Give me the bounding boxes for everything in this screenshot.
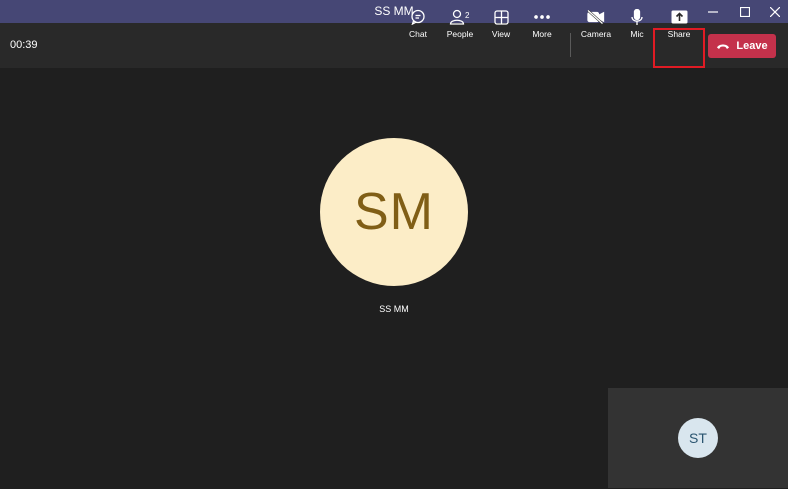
- share-highlight-box: [653, 28, 705, 68]
- view-button[interactable]: View: [481, 7, 521, 41]
- participant-initials: SM: [354, 183, 434, 241]
- people-count: 2: [465, 11, 470, 20]
- toolbar-divider: [570, 33, 571, 57]
- close-button[interactable]: [760, 0, 788, 23]
- close-icon: [770, 6, 780, 17]
- self-avatar: ST: [678, 418, 718, 458]
- participant-avatar: SM: [320, 138, 468, 286]
- mic-label: Mic: [630, 29, 644, 39]
- share-screen-icon: [668, 7, 690, 27]
- people-label: People: [446, 29, 474, 39]
- hang-up-icon: [717, 44, 730, 49]
- meeting-timer: 00:39: [10, 39, 38, 51]
- more-label: More: [532, 29, 552, 39]
- camera-off-icon: [585, 7, 607, 27]
- minimize-icon: [708, 10, 718, 13]
- camera-label: Camera: [580, 29, 612, 39]
- people-button[interactable]: 2 People: [440, 7, 480, 41]
- grid-view-icon: [490, 7, 512, 27]
- camera-button[interactable]: Camera: [576, 7, 616, 41]
- more-button[interactable]: More: [522, 7, 562, 41]
- people-icon: 2: [449, 7, 471, 27]
- more-dots-icon: [531, 7, 553, 27]
- leave-button[interactable]: Leave: [708, 34, 776, 58]
- chat-label: Chat: [409, 29, 427, 39]
- chat-button[interactable]: Chat: [398, 7, 438, 41]
- self-initials: ST: [689, 430, 707, 446]
- chat-icon: [407, 7, 429, 27]
- maximize-icon: [740, 6, 750, 17]
- view-label: View: [491, 29, 511, 39]
- mic-button[interactable]: Mic: [617, 7, 657, 41]
- leave-label: Leave: [736, 40, 768, 52]
- microphone-icon: [626, 7, 648, 27]
- participant-name: SS MM: [379, 304, 409, 314]
- minimize-button[interactable]: [698, 0, 728, 23]
- maximize-button[interactable]: [730, 0, 760, 23]
